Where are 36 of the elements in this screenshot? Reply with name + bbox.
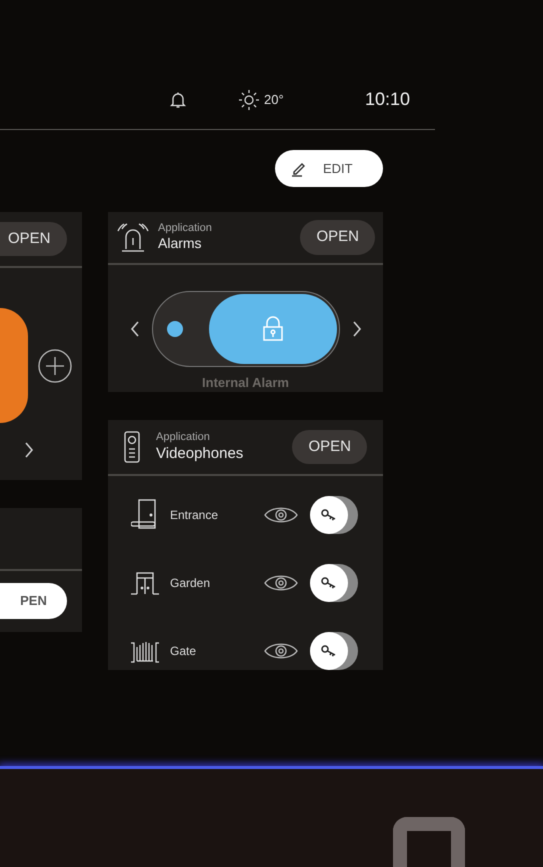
open-button[interactable]: OPEN — [0, 222, 67, 256]
padlock-icon — [262, 316, 284, 342]
unlock-button[interactable] — [310, 496, 358, 534]
chevron-left-icon[interactable] — [130, 320, 140, 338]
app-caption: Application — [156, 430, 211, 444]
chevron-right-icon[interactable] — [352, 320, 362, 338]
clock-time: 10:10 — [364, 88, 410, 111]
switch-label: Internal Alarm — [201, 374, 290, 392]
door-name: Gate — [170, 643, 196, 660]
app-caption: Application — [158, 222, 212, 236]
door-name: Garden — [170, 575, 210, 592]
edit-button[interactable]: EDIT — [275, 150, 383, 187]
unlock-button[interactable] — [310, 632, 358, 670]
key-icon — [310, 496, 348, 534]
gate-icon — [129, 639, 161, 663]
home-button[interactable] — [393, 817, 465, 867]
open-button[interactable]: PEN — [0, 583, 67, 618]
unlock-button[interactable] — [310, 564, 358, 602]
open-button[interactable]: OPEN — [300, 220, 375, 254]
app-title: Alarms — [158, 235, 203, 253]
app-title: Videophones — [156, 444, 244, 464]
pencil-icon — [291, 160, 307, 176]
siren-icon — [116, 221, 150, 254]
temperature: 20° — [264, 90, 284, 109]
sun-icon — [238, 88, 260, 110]
eye-icon[interactable] — [264, 641, 298, 661]
garden-gate-icon — [130, 570, 160, 596]
key-icon — [310, 564, 348, 602]
plus-icon[interactable] — [38, 348, 72, 382]
bell-icon[interactable] — [170, 90, 186, 108]
intercom-icon — [124, 431, 140, 463]
eye-icon[interactable] — [264, 573, 298, 593]
door-name: Entrance — [170, 507, 218, 524]
eye-icon[interactable] — [264, 505, 298, 525]
chevron-right-icon[interactable] — [24, 441, 34, 459]
open-button[interactable]: OPEN — [292, 430, 367, 464]
